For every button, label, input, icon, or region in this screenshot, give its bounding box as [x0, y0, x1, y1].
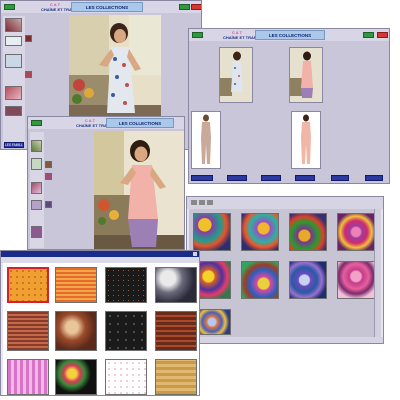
- window-1-thumb-5[interactable]: [5, 106, 22, 116]
- fabric-browser-status-bar: [187, 337, 383, 343]
- fabric-swatch[interactable]: [193, 213, 231, 251]
- fabric-tile-pink-stripes[interactable]: [7, 359, 49, 395]
- window-2-thumb-2[interactable]: [31, 158, 42, 170]
- window-2-title: LES COLLECTIONS: [106, 118, 174, 128]
- fabric-grid: [189, 209, 375, 337]
- window-3-model-card-2[interactable]: [289, 47, 323, 103]
- fabric-tile-maroon-check[interactable]: [155, 311, 197, 351]
- fabric-tile-tan-plaid[interactable]: [155, 359, 197, 395]
- fabric-tile-paisley-brown[interactable]: [55, 311, 97, 351]
- window-1-title: LES COLLECTIONS: [71, 2, 143, 12]
- window-2-thumb-5[interactable]: [31, 226, 42, 238]
- window-3-bottom-button-5[interactable]: [331, 175, 349, 181]
- toolbar-icon[interactable]: [191, 200, 197, 205]
- fabric-swatch[interactable]: [289, 261, 327, 299]
- window-3-title: LES COLLECTIONS: [255, 30, 325, 40]
- window-1-swatch-1[interactable]: [25, 35, 32, 42]
- window-1-swatch-2[interactable]: [25, 71, 32, 78]
- model-2-image: [290, 48, 322, 102]
- window-3-bottom-button-1[interactable]: [191, 175, 213, 181]
- window-3-logo-bottom: CHAÎNE ET TRAME: [223, 35, 260, 40]
- fabric-swatch[interactable]: [241, 261, 279, 299]
- fabric-tile-orange-stripes[interactable]: [55, 267, 97, 303]
- fabric-swatch[interactable]: [337, 261, 375, 299]
- window-1-thumb-1[interactable]: [5, 18, 22, 32]
- toolbar-icon[interactable]: [199, 200, 205, 205]
- window-3-model-card-4[interactable]: [291, 111, 321, 169]
- fabric-swatch[interactable]: [241, 213, 279, 251]
- window-2-thumb-strip: [30, 132, 44, 248]
- model-3-image: [192, 112, 220, 168]
- window-2-swatch-1[interactable]: [45, 161, 52, 168]
- window-1-thumb-2[interactable]: [5, 36, 22, 46]
- fabric-explorer-grid: [3, 263, 199, 395]
- window-2-logo-bottom: CHAÎNE ET TRAME: [76, 123, 113, 128]
- window-1-families-button[interactable]: LES FAMILLES: [4, 142, 24, 148]
- floral-dress-photo: [69, 15, 161, 119]
- window-2-green-button[interactable]: [31, 120, 42, 126]
- fabric-tile-paisley-grey[interactable]: [155, 267, 197, 303]
- window-3-model-card-1[interactable]: [219, 47, 253, 103]
- window-1-logo-bottom: CHAÎNE ET TRAME: [41, 7, 78, 12]
- window-1-thumb-strip: [3, 16, 25, 144]
- window-3-ok-button[interactable]: [363, 32, 374, 38]
- close-icon[interactable]: [193, 252, 197, 256]
- window-3-bottom-button-3[interactable]: [261, 175, 281, 181]
- pink-dress-photo: [94, 131, 184, 249]
- fabric-browser-toolbar: [187, 197, 383, 209]
- fabric-explorer-window: [0, 250, 200, 396]
- scrollbar-icon[interactable]: [374, 209, 381, 337]
- fabric-tile-orange-dots[interactable]: [7, 267, 49, 303]
- fabric-tile-black-dots[interactable]: [105, 267, 147, 303]
- collections-window-3: C A T CHAÎNE ET TRAME LES COLLECTIONS: [188, 28, 390, 184]
- window-1-green-button[interactable]: [4, 4, 15, 10]
- window-3-bottom-button-4[interactable]: [295, 175, 315, 181]
- fabric-swatch[interactable]: [337, 213, 375, 251]
- fabric-browser-window: [186, 196, 384, 344]
- toolbar-icon[interactable]: [207, 200, 213, 205]
- window-1-logo: C A T CHAÎNE ET TRAME: [41, 2, 78, 13]
- window-2-model-photo: [94, 131, 184, 249]
- window-3-close-button[interactable]: [377, 32, 388, 38]
- window-3-logo: C A T CHAÎNE ET TRAME: [223, 30, 260, 41]
- window-3-green-button[interactable]: [192, 32, 203, 38]
- fabric-tile-black-flowers[interactable]: [105, 311, 147, 351]
- window-2-thumb-3[interactable]: [31, 182, 42, 194]
- window-1-thumb-4[interactable]: [5, 86, 22, 100]
- fabric-tile-floral-black[interactable]: [55, 359, 97, 395]
- window-2-swatch-2[interactable]: [45, 173, 52, 180]
- window-3-bottom-button-2[interactable]: [227, 175, 247, 181]
- fabric-tile-brown-stripes[interactable]: [7, 311, 49, 351]
- window-1-thumb-3[interactable]: [5, 54, 22, 68]
- window-1-model-photo: [69, 15, 161, 119]
- window-2-thumb-4[interactable]: [31, 200, 42, 210]
- model-1-image: [220, 48, 252, 102]
- fabric-swatch[interactable]: [289, 213, 327, 251]
- window-2-logo: C A T CHAÎNE ET TRAME: [76, 118, 113, 129]
- model-4-image: [292, 112, 320, 168]
- fabric-tile-white-dots[interactable]: [105, 359, 147, 395]
- window-3-bottom-button-6[interactable]: [365, 175, 383, 181]
- window-2-thumb-1[interactable]: [31, 140, 42, 152]
- collections-window-2: C A T CHAÎNE ET TRAME LES COLLECTIONS: [27, 116, 185, 250]
- window-1-ok-button[interactable]: [179, 4, 190, 10]
- window-1-close-button[interactable]: [191, 4, 201, 10]
- window-3-model-card-3[interactable]: [191, 111, 221, 169]
- window-2-swatch-3[interactable]: [45, 201, 52, 208]
